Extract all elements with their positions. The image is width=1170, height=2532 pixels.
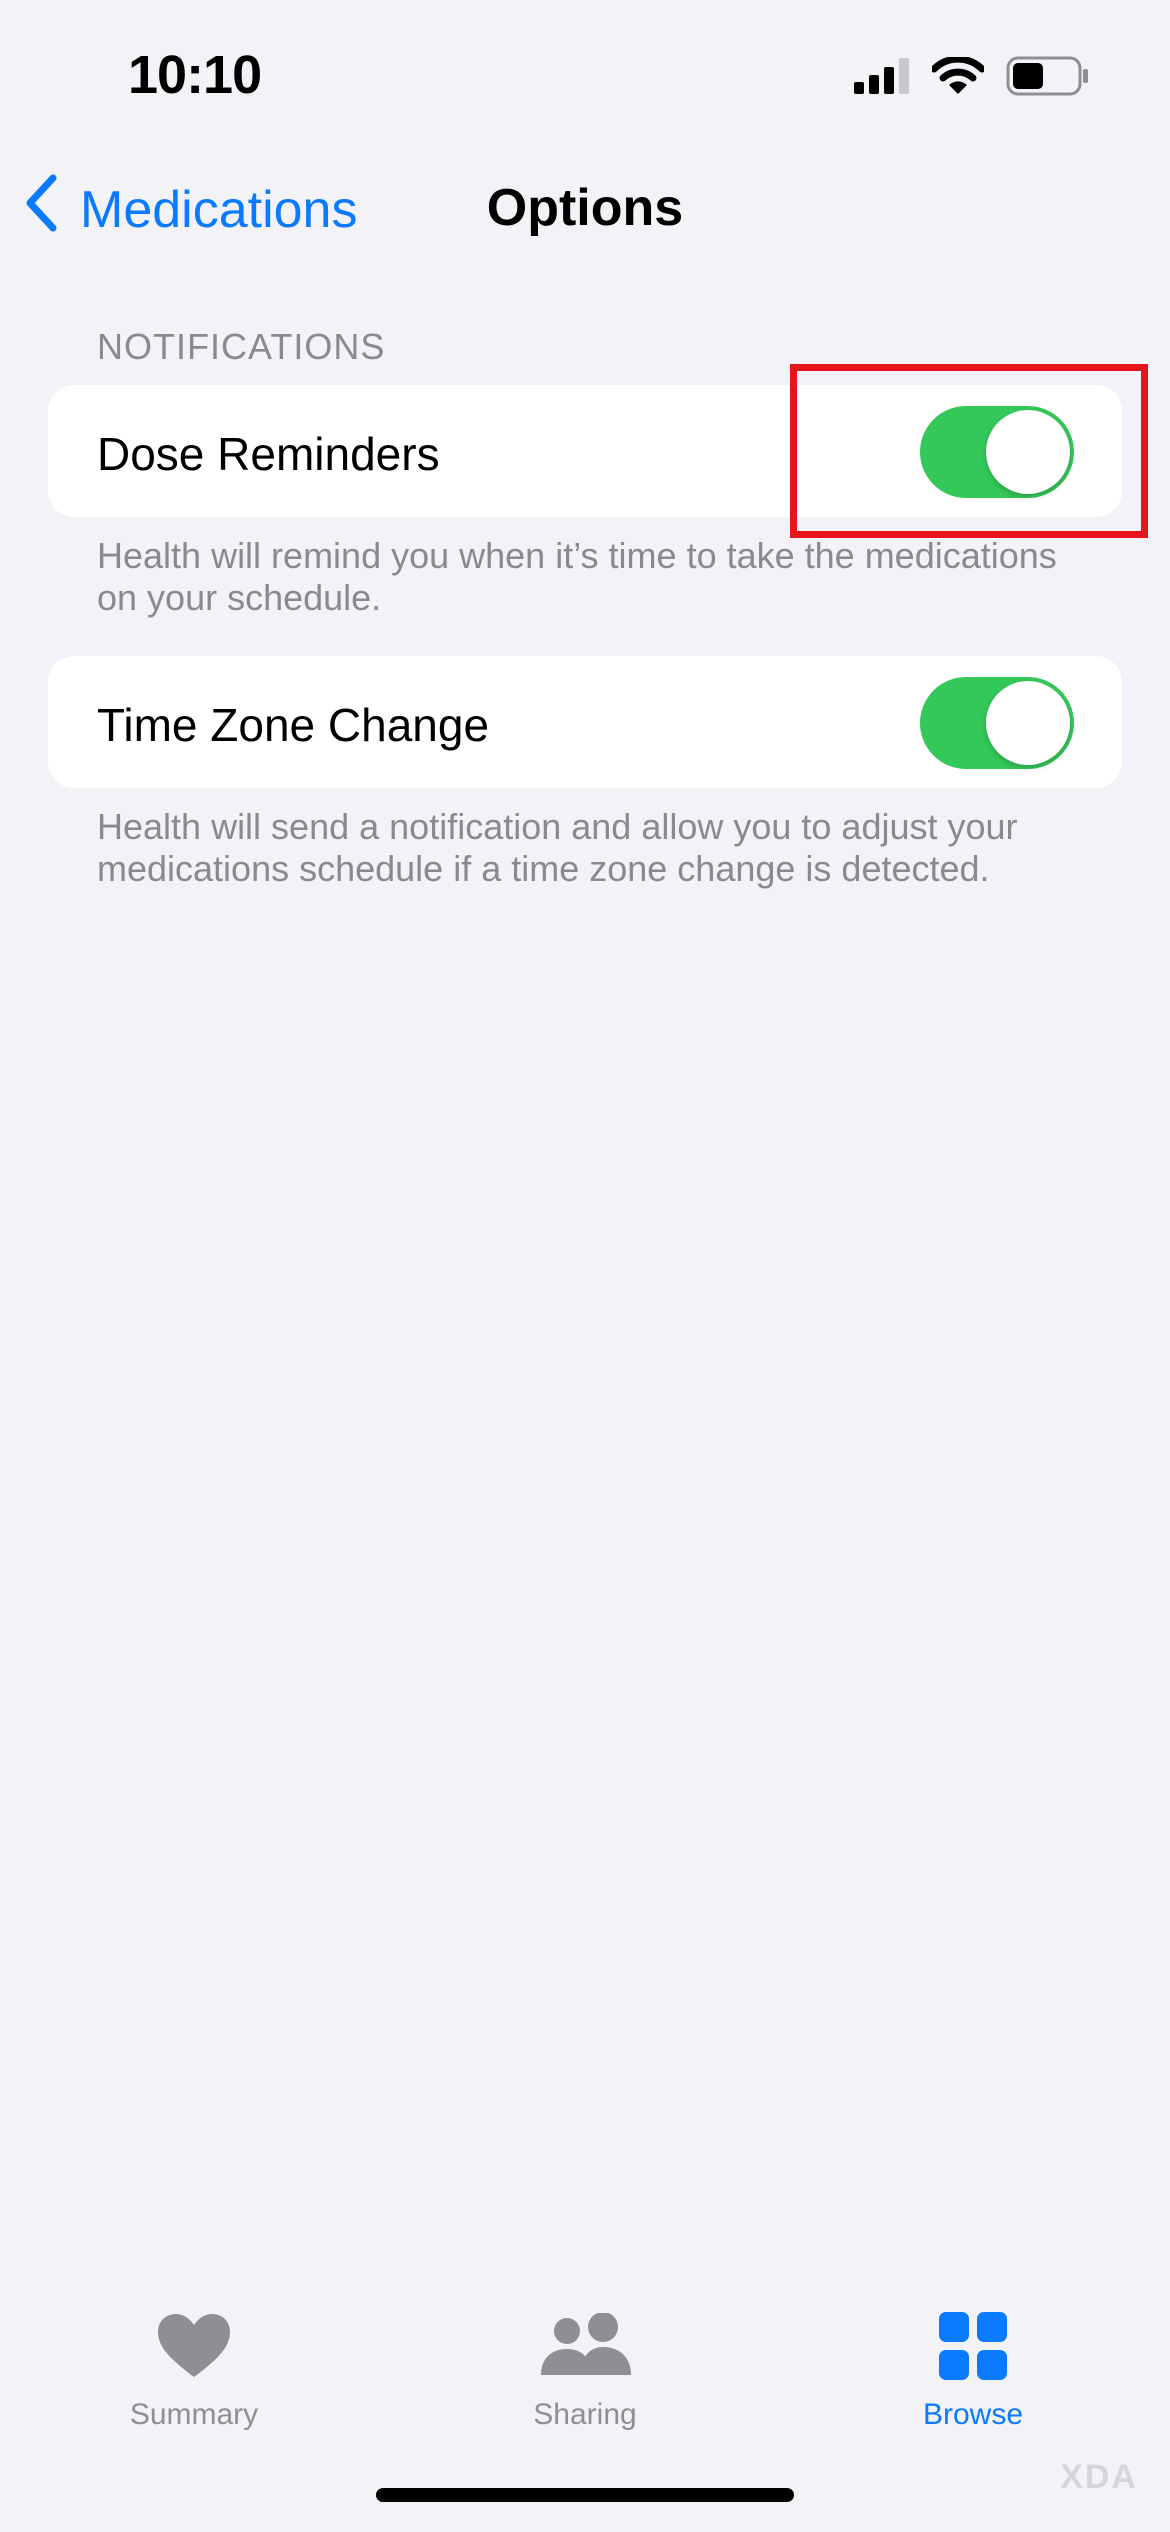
tab-browse-label: Browse [922, 2398, 1024, 2431]
cellular-signal-icon [854, 58, 910, 99]
status-time: 10:10 [128, 45, 262, 105]
highlight-annotation-box [790, 364, 1148, 538]
tab-summary[interactable]: Summary [44, 2306, 344, 2432]
time-zone-change-footer: Health will send a notification and allo… [97, 806, 1018, 889]
time-zone-change-cell: Time Zone Change [48, 656, 1122, 788]
wifi-icon [930, 55, 986, 100]
grid-icon [939, 2306, 1007, 2386]
status-bar: 10:10 [0, 0, 1170, 150]
time-zone-change-label: Time Zone Change [97, 699, 490, 751]
navigation-bar: Medications Options [0, 160, 1170, 260]
heart-icon [156, 2306, 232, 2386]
tab-sharing[interactable]: Sharing [435, 2306, 735, 2432]
battery-icon [1006, 56, 1090, 101]
status-icons [854, 55, 1090, 101]
tab-browse[interactable]: Browse [823, 2306, 1123, 2432]
home-indicator[interactable] [376, 2488, 794, 2502]
dose-reminders-label: Dose Reminders [97, 428, 440, 480]
section-header: NOTIFICATIONS [97, 326, 386, 367]
toggle-knob [986, 681, 1070, 765]
people-icon [537, 2306, 633, 2386]
time-zone-change-toggle[interactable] [920, 677, 1074, 769]
page-title: Options [486, 179, 684, 237]
dose-reminders-footer: Health will remind you when it’s time to… [97, 535, 1057, 618]
tab-sharing-label: Sharing [533, 2398, 637, 2431]
tab-summary-label: Summary [129, 2398, 259, 2431]
watermark-logo: XDA [1060, 2458, 1138, 2496]
